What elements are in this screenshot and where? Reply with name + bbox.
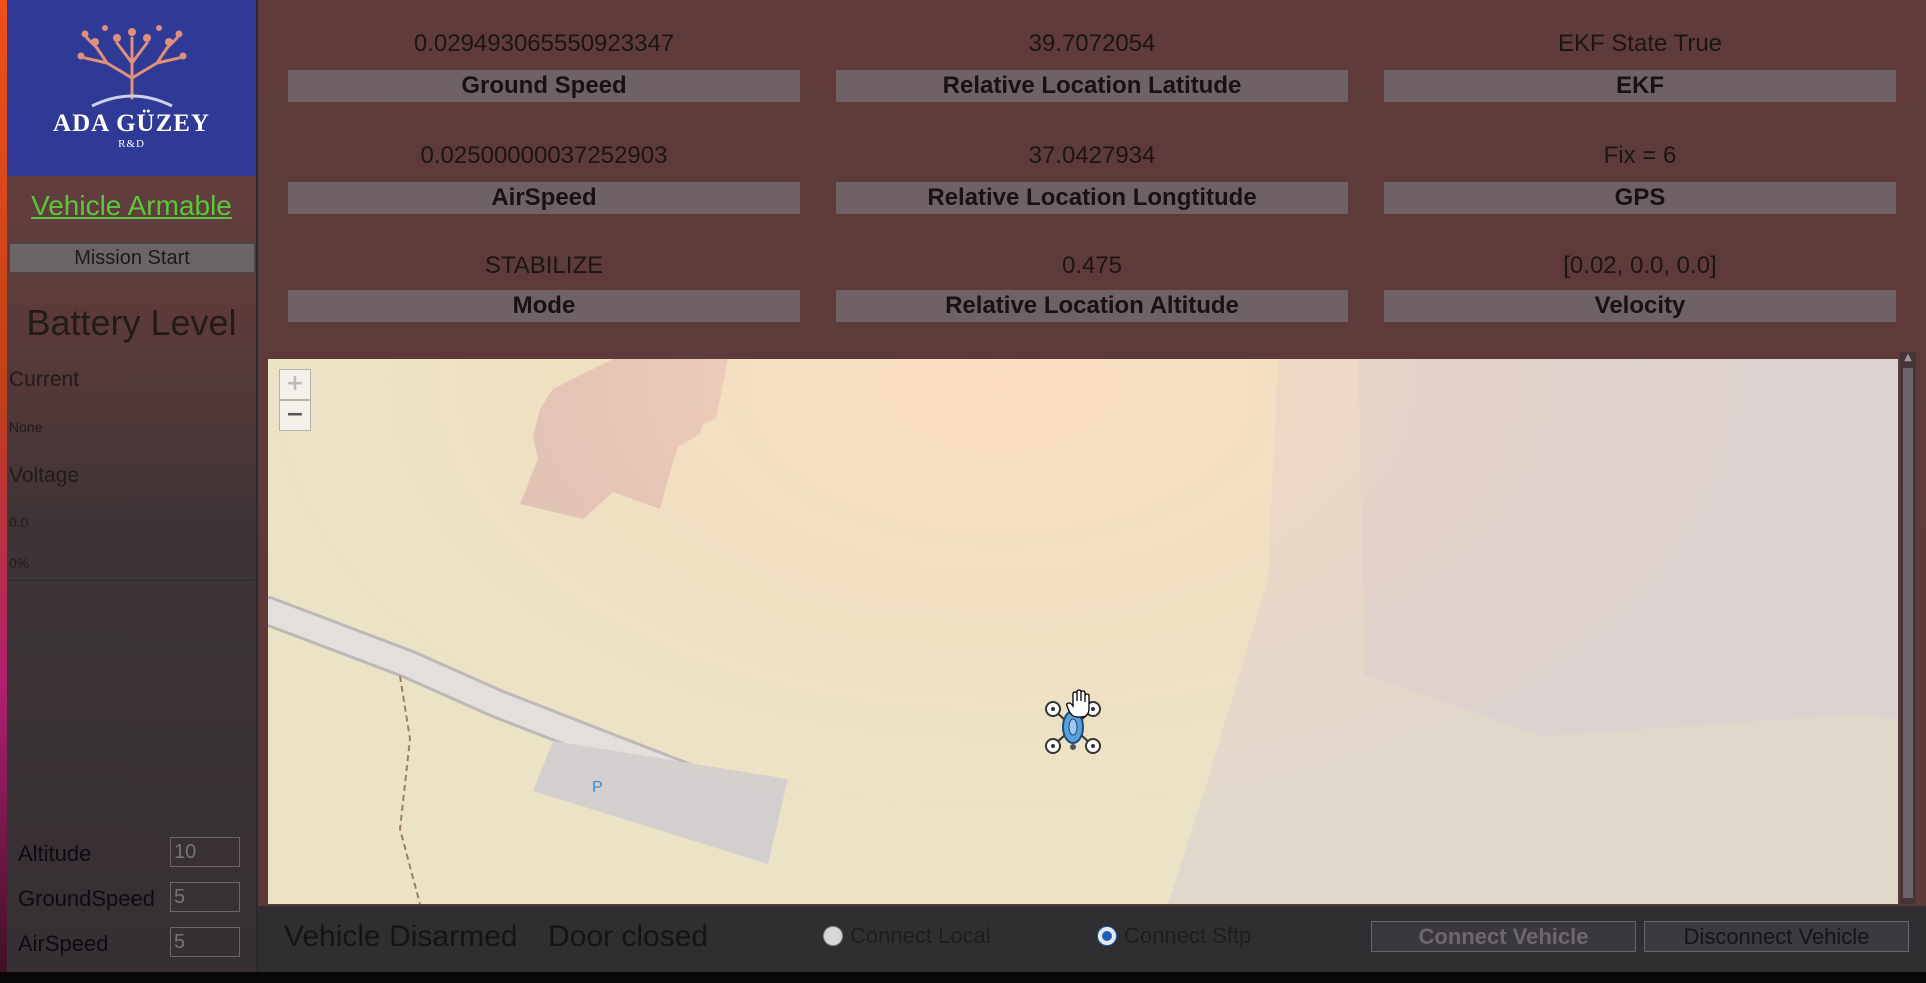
telemetry-value: Fix = 6 — [1603, 142, 1677, 169]
parking-label: P — [592, 779, 603, 796]
sidebar-divider — [7, 580, 256, 581]
battery-percent: 0% — [9, 555, 30, 571]
zoom-out-button[interactable]: − — [279, 400, 311, 431]
telemetry-value: [0.02, 0.0, 0.0] — [1563, 252, 1717, 279]
telemetry-value: STABILIZE — [484, 252, 604, 279]
groundspeed-param: GroundSpeed — [18, 882, 248, 914]
hand-cursor-icon — [1066, 689, 1090, 718]
voltage-label: Voltage — [9, 464, 80, 487]
telemetry-ground-speed: 0.029493065550923347 Ground Speed — [288, 0, 800, 102]
mission-start-button[interactable]: Mission Start — [9, 243, 255, 273]
connect-local-label[interactable]: Connect Local — [850, 923, 991, 949]
status-bar: Vehicle Disarmed Door closed Connect Loc… — [258, 906, 1926, 972]
scroll-up-icon[interactable]: ▲ — [1902, 352, 1914, 366]
telemetry-gps: Fix = 6 GPS — [1384, 112, 1896, 214]
telemetry-label: Relative Location Latitude — [836, 70, 1348, 102]
telemetry-label: Mode — [288, 290, 800, 322]
altitude-label: Altitude — [18, 841, 92, 866]
groundspeed-input[interactable] — [170, 882, 240, 912]
airspeed-param: AirSpeed — [18, 927, 248, 959]
telemetry-ekf: EKF State True EKF — [1384, 0, 1896, 102]
map-scrollbar[interactable]: ▲ — [1900, 352, 1916, 904]
disconnect-vehicle-button[interactable]: Disconnect Vehicle — [1644, 921, 1909, 952]
battery-level-title: Battery Level — [26, 302, 237, 343]
zoom-in-button[interactable]: + — [279, 369, 311, 400]
vehicle-armable-link[interactable]: Vehicle Armable — [7, 190, 256, 222]
connect-sftp-radio[interactable] — [1097, 926, 1117, 946]
connect-sftp-label[interactable]: Connect Sftp — [1124, 923, 1251, 949]
telemetry-value: EKF State True — [1557, 30, 1723, 57]
telemetry-longitude: 37.0427934 Relative Location Longtitude — [836, 112, 1348, 214]
telemetry-velocity: [0.02, 0.0, 0.0] Velocity — [1384, 222, 1896, 322]
telemetry-value: 0.02500000037252903 — [420, 142, 668, 169]
telemetry-airspeed: 0.02500000037252903 AirSpeed — [288, 112, 800, 214]
telemetry-label: AirSpeed — [288, 182, 800, 214]
altitude-param: Altitude — [18, 837, 248, 869]
voltage-value: 0.0 — [9, 514, 29, 530]
telemetry-label: Ground Speed — [288, 70, 800, 102]
connect-vehicle-button[interactable]: Connect Vehicle — [1371, 921, 1636, 952]
logo-subtitle: R&D — [118, 138, 145, 150]
map-glow — [268, 359, 1898, 904]
map-view[interactable]: P + − — [268, 359, 1898, 904]
telemetry-altitude: 0.475 Relative Location Altitude — [836, 222, 1348, 322]
telemetry-label: Relative Location Longtitude — [836, 182, 1348, 214]
telemetry-value: 0.475 — [1061, 252, 1123, 279]
tree-logo-icon — [77, 25, 186, 108]
window-bottom-edge — [0, 972, 1926, 983]
logo-title: ADA GÜZEY — [53, 110, 210, 137]
telemetry-label: EKF — [1384, 70, 1896, 102]
armed-status: Vehicle Disarmed — [284, 920, 518, 953]
sidebar: ADA GÜZEY R&D Vehicle Armable Mission St… — [7, 0, 258, 972]
airspeed-input[interactable] — [170, 927, 240, 957]
airspeed-label: AirSpeed — [18, 931, 109, 956]
altitude-input[interactable] — [170, 837, 240, 867]
telemetry-value: 0.029493065550923347 — [413, 30, 675, 57]
current-value: None — [9, 419, 43, 435]
telemetry-latitude: 39.7072054 Relative Location Latitude — [836, 0, 1348, 102]
connect-local-radio[interactable] — [823, 926, 843, 946]
telemetry-value: 37.0427934 — [1028, 142, 1156, 169]
telemetry-value: 39.7072054 — [1028, 30, 1156, 57]
groundspeed-label: GroundSpeed — [18, 886, 155, 911]
telemetry-label: GPS — [1384, 182, 1896, 214]
telemetry-label: Velocity — [1384, 290, 1896, 322]
telemetry-mode: STABILIZE Mode — [288, 222, 800, 322]
telemetry-label: Relative Location Altitude — [836, 290, 1348, 322]
current-label: Current — [9, 368, 80, 391]
desktop-edge — [0, 0, 7, 983]
door-status: Door closed — [548, 920, 709, 953]
scrollbar-thumb[interactable] — [1903, 368, 1913, 898]
company-logo: ADA GÜZEY R&D — [7, 0, 256, 176]
